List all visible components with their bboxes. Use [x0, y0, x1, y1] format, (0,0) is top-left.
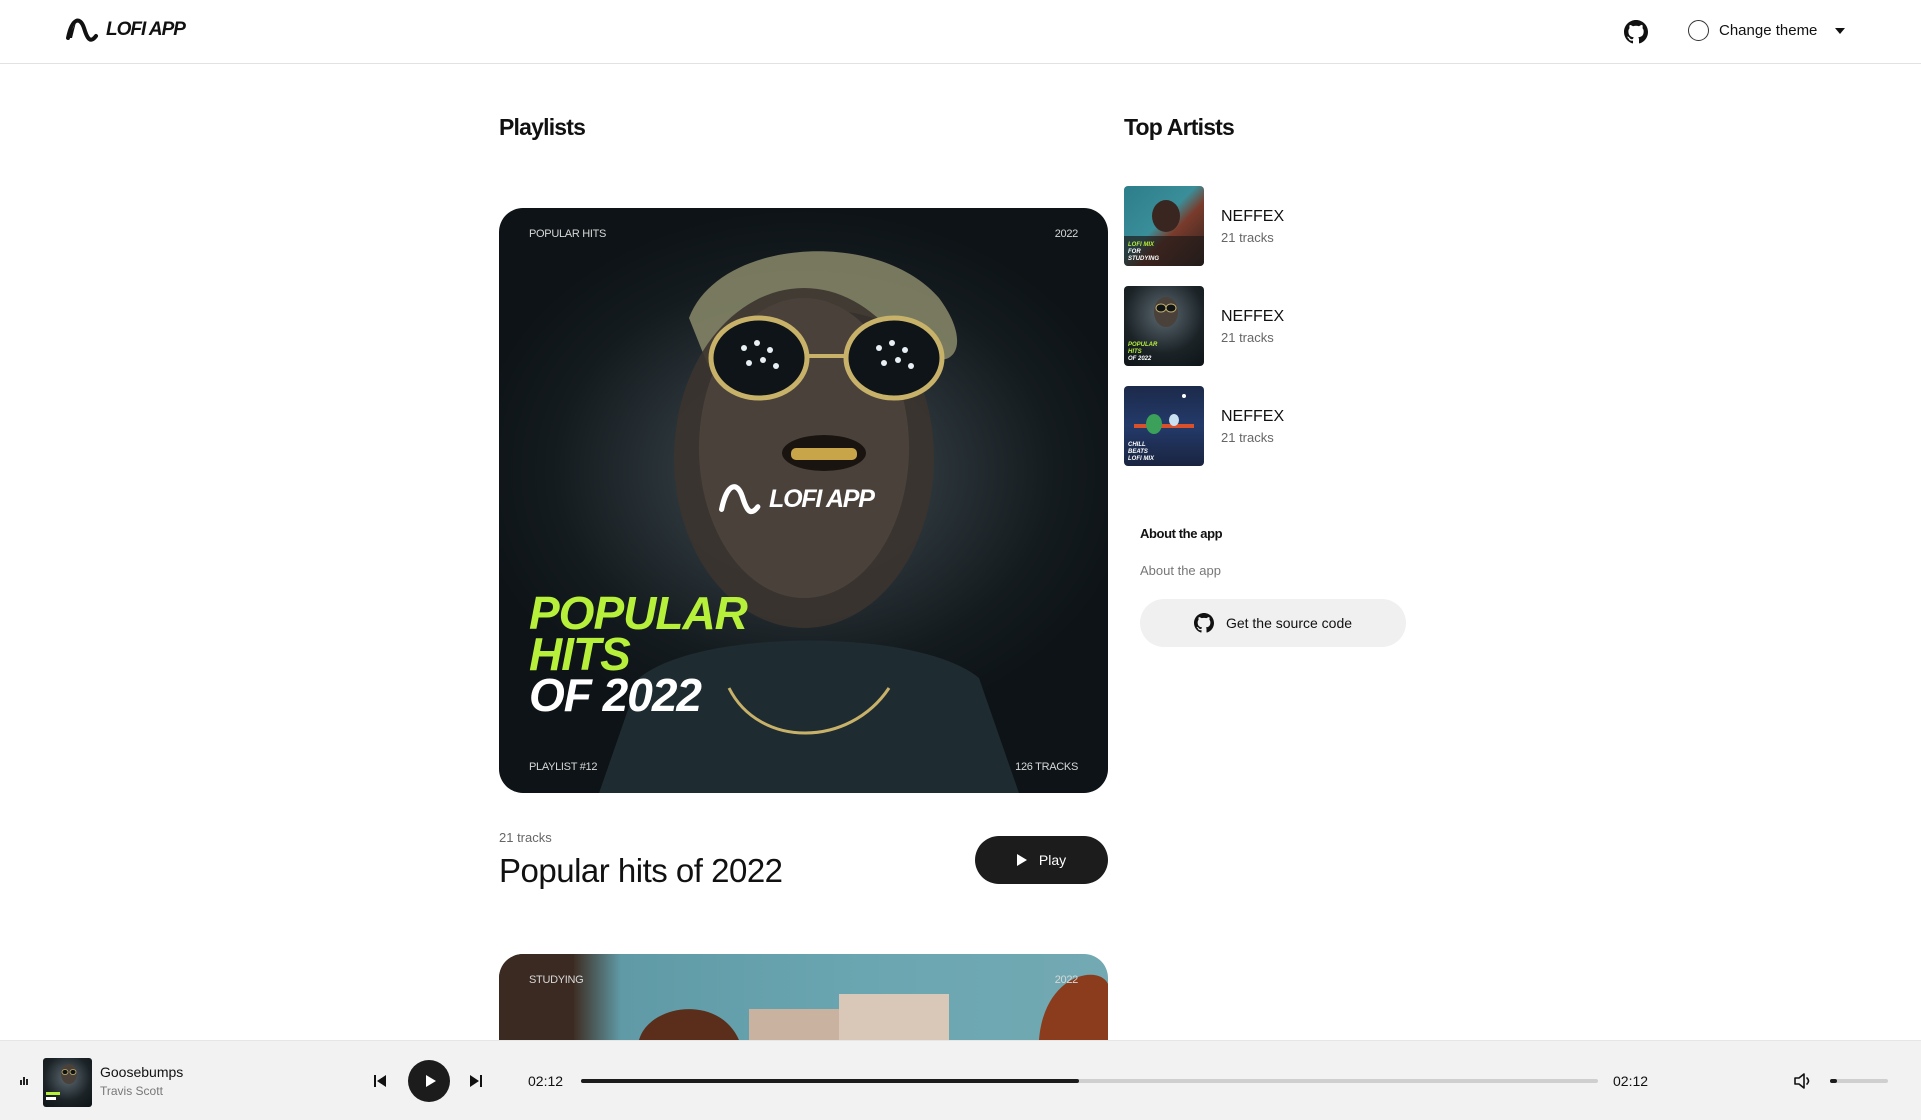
svg-text:LOFI MIX: LOFI MIX	[1128, 456, 1155, 462]
artist-item[interactable]: LOFI MIX FOR STUDYING NEFFEX 21 tracks	[1124, 186, 1424, 266]
cover-title: POPULAR HITS OF 2022	[529, 590, 748, 721]
volume-icon[interactable]	[1794, 1072, 1814, 1090]
equalizer-icon[interactable]	[20, 1077, 30, 1085]
cover-bottom-right-label: 126 TRACKS	[1015, 761, 1078, 773]
artist-item[interactable]: POPULAR HITS OF 2022 NEFFEX 21 tracks	[1124, 286, 1424, 366]
current-time: 02:12	[528, 1073, 564, 1089]
play-playlist-button[interactable]: Play	[975, 836, 1108, 884]
volume-slider[interactable]	[1830, 1079, 1888, 1083]
svg-text:BEATS: BEATS	[1128, 449, 1148, 455]
artist-thumb: CHILL BEATS LOFI MIX	[1124, 386, 1204, 466]
skip-previous-icon[interactable]	[373, 1074, 387, 1088]
volume-fill	[1830, 1079, 1837, 1083]
github-icon	[1193, 613, 1214, 633]
play-icon	[425, 1075, 436, 1087]
get-source-code-button[interactable]: Get the source code	[1140, 599, 1406, 647]
top-header: LOFI APP Change theme	[0, 0, 1921, 64]
logo-wave-icon	[66, 18, 98, 42]
cover2-top-right-label: 2022	[1054, 974, 1079, 986]
total-time: 02:12	[1613, 1073, 1649, 1089]
logo-text: LOFI APP	[106, 19, 186, 40]
artist-info: NEFFEX 21 tracks	[1221, 208, 1284, 245]
cover-top-right-label: 2022	[1054, 228, 1079, 240]
caret-down-icon	[1835, 27, 1846, 34]
artist-thumb: LOFI MIX FOR STUDYING	[1124, 186, 1204, 266]
change-theme-dropdown[interactable]: Change theme	[1688, 20, 1846, 41]
now-playing-artist: Travis Scott	[100, 1084, 163, 1098]
svg-text:CHILL: CHILL	[1128, 442, 1146, 448]
cover2-top-left-label: STUDYING	[529, 974, 584, 986]
artist-track-count: 21 tracks	[1221, 229, 1274, 245]
now-playing-thumb	[43, 1058, 92, 1107]
play-button-label: Play	[1038, 852, 1067, 868]
playlist-cover-studying[interactable]: STUDYING 2022	[499, 954, 1108, 1040]
playlist-cover-popular-hits[interactable]: POPULAR HITS 2022 LOFI APP POPULAR HITS …	[499, 208, 1108, 793]
artist-info: NEFFEX 21 tracks	[1221, 408, 1284, 445]
change-theme-label: Change theme	[1719, 22, 1818, 39]
artist-thumb-art: LOFI MIX FOR STUDYING	[1124, 200, 1204, 266]
skip-next-icon[interactable]	[469, 1074, 483, 1088]
cover-top-left-label: POPULAR HITS	[529, 228, 607, 240]
playlist-name[interactable]: Popular hits of 2022	[499, 852, 783, 890]
artist-info: NEFFEX 21 tracks	[1221, 308, 1284, 345]
artist-thumb-art: CHILL BEATS LOFI MIX	[1128, 394, 1194, 462]
artist-track-count: 21 tracks	[1221, 429, 1274, 445]
artist-name: NEFFEX	[1221, 207, 1285, 225]
artist-name: NEFFEX	[1221, 307, 1285, 325]
now-playing-thumb-art	[46, 1064, 77, 1100]
artist-thumb-art: POPULAR HITS OF 2022	[1128, 297, 1178, 362]
about-text: About the app	[1140, 563, 1221, 578]
svg-text:OF 2022: OF 2022	[1128, 356, 1152, 362]
logo-wave-icon	[719, 484, 761, 515]
progress-fill	[581, 1079, 1080, 1083]
playlists-title: Playlists	[499, 114, 586, 140]
playlist-track-count: 21 tracks	[499, 830, 552, 845]
app-logo[interactable]: LOFI APP	[66, 14, 186, 46]
svg-text:LOFI MIX: LOFI MIX	[1128, 242, 1155, 248]
player-bar: Goosebumps Travis Scott 02:12 02:12	[0, 1040, 1921, 1120]
cover-logo: LOFI APP	[719, 478, 875, 520]
play-icon	[1016, 854, 1027, 866]
artist-name: NEFFEX	[1221, 407, 1285, 425]
svg-text:HITS: HITS	[1128, 349, 1142, 355]
now-playing-song: Goosebumps	[100, 1064, 184, 1080]
github-icon[interactable]	[1624, 20, 1648, 44]
cover-logo-text: LOFI APP	[769, 484, 875, 513]
theme-circle-icon	[1688, 20, 1709, 41]
player-play-button[interactable]	[408, 1060, 450, 1102]
artist-item[interactable]: CHILL BEATS LOFI MIX NEFFEX 21 tracks	[1124, 386, 1424, 466]
get-source-code-label: Get the source code	[1225, 615, 1353, 631]
cover-title-line3: OF 2022	[529, 669, 702, 721]
svg-text:POPULAR: POPULAR	[1128, 342, 1158, 348]
svg-text:STUDYING: STUDYING	[1128, 256, 1159, 262]
about-title: About the app	[1140, 526, 1223, 541]
artist-thumb: POPULAR HITS OF 2022	[1124, 286, 1204, 366]
cover-studying-art	[499, 954, 1108, 1040]
svg-text:FOR: FOR	[1128, 249, 1141, 255]
progress-slider[interactable]	[581, 1079, 1598, 1083]
cover-bottom-left-label: PLAYLIST #12	[529, 761, 598, 773]
artist-track-count: 21 tracks	[1221, 329, 1274, 345]
top-artists-title: Top Artists	[1124, 114, 1235, 140]
